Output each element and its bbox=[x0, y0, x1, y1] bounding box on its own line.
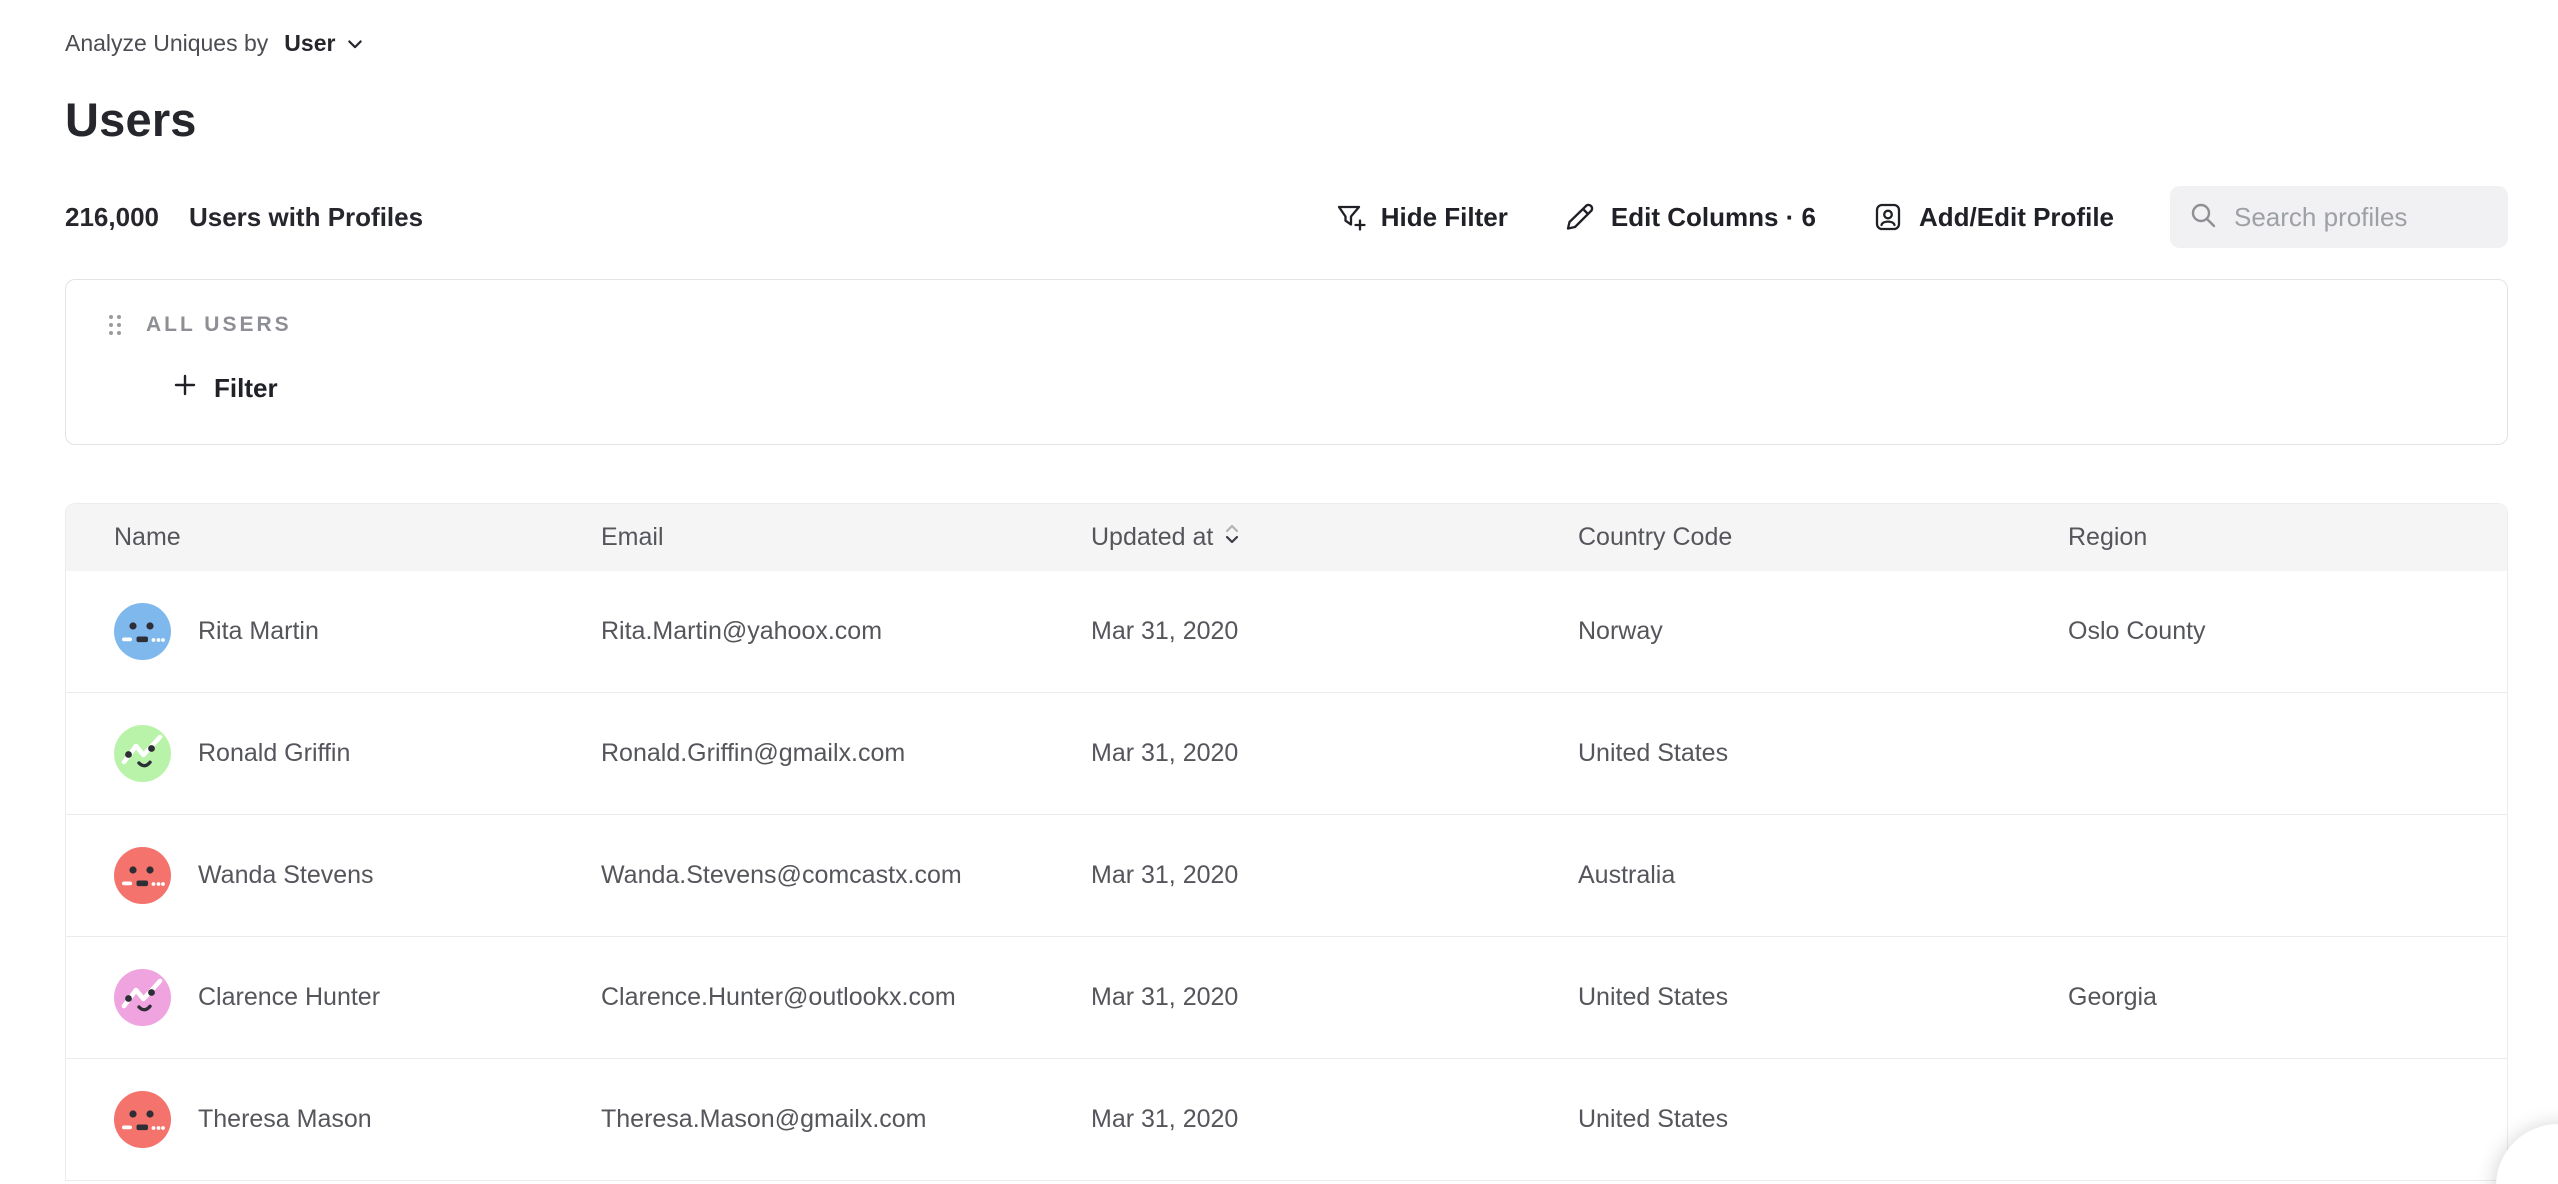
analyze-uniques-label: Analyze Uniques by bbox=[65, 30, 268, 57]
search-profiles-input[interactable] bbox=[2234, 202, 2490, 233]
user-region: Georgia bbox=[2068, 983, 2507, 1012]
user-name: Rita Martin bbox=[198, 617, 319, 646]
user-name: Wanda Stevens bbox=[198, 861, 374, 890]
column-header-country-code[interactable]: Country Code bbox=[1578, 523, 2068, 552]
user-country-code: Australia bbox=[1578, 861, 2068, 890]
stats-toolbar-row: 216,000 Users with Profiles Hide Filter … bbox=[65, 185, 2508, 249]
hide-filter-button[interactable]: Hide Filter bbox=[1334, 201, 1508, 233]
name-cell: Theresa Mason bbox=[114, 1091, 601, 1148]
user-region: Oslo County bbox=[2068, 617, 2507, 646]
user-email: Clarence.Hunter@outlookx.com bbox=[601, 983, 1091, 1012]
user-updated-at: Mar 31, 2020 bbox=[1091, 1105, 1578, 1134]
user-avatar bbox=[114, 969, 171, 1026]
column-header-region-label: Region bbox=[2068, 523, 2147, 552]
column-header-name[interactable]: Name bbox=[114, 523, 601, 552]
name-cell: Wanda Stevens bbox=[114, 847, 601, 904]
table-row[interactable]: Wanda Stevens Wanda.Stevens@comcastx.com… bbox=[66, 815, 2507, 937]
user-avatar bbox=[114, 725, 171, 782]
column-header-region[interactable]: Region bbox=[2068, 523, 2507, 552]
edit-columns-label: Edit Columns · 6 bbox=[1611, 202, 1816, 233]
user-email: Ronald.Griffin@gmailx.com bbox=[601, 739, 1091, 768]
add-filter-button[interactable]: Filter bbox=[172, 372, 278, 405]
column-header-updated-at-label: Updated at bbox=[1091, 523, 1213, 552]
user-country-code: United States bbox=[1578, 739, 2068, 768]
name-cell: Rita Martin bbox=[114, 603, 601, 660]
table-row[interactable]: Clarence Hunter Clarence.Hunter@outlookx… bbox=[66, 937, 2507, 1059]
plus-icon bbox=[172, 372, 198, 405]
add-edit-profile-label: Add/Edit Profile bbox=[1919, 202, 2114, 233]
column-header-country-code-label: Country Code bbox=[1578, 523, 1732, 552]
filter-group-label: ALL USERS bbox=[146, 313, 292, 337]
user-name: Clarence Hunter bbox=[198, 983, 380, 1012]
user-country-code: Norway bbox=[1578, 617, 2068, 646]
toolbar: Hide Filter Edit Columns · 6 Add/Edit Pr… bbox=[1334, 186, 2508, 248]
user-updated-at: Mar 31, 2020 bbox=[1091, 617, 1578, 646]
profile-count: 216,000 bbox=[65, 202, 159, 233]
user-avatar bbox=[114, 1091, 171, 1148]
page-title: Users bbox=[65, 93, 2558, 147]
table-header-row: Name Email Updated at Country Code Regio… bbox=[66, 504, 2507, 571]
funnel-plus-icon bbox=[1334, 201, 1366, 233]
pencil-icon bbox=[1564, 201, 1596, 233]
edit-columns-button[interactable]: Edit Columns · 6 bbox=[1564, 201, 1816, 233]
name-cell: Clarence Hunter bbox=[114, 969, 601, 1026]
column-header-email[interactable]: Email bbox=[601, 523, 1091, 552]
profile-count-label: Users with Profiles bbox=[189, 202, 423, 233]
user-country-code: United States bbox=[1578, 983, 2068, 1012]
user-avatar bbox=[114, 603, 171, 660]
analyze-by-dropdown[interactable]: User bbox=[284, 30, 365, 57]
table-row[interactable]: Theresa Mason Theresa.Mason@gmailx.com M… bbox=[66, 1059, 2507, 1181]
user-country-code: United States bbox=[1578, 1105, 2068, 1134]
profile-card-icon bbox=[1872, 201, 1904, 233]
sort-icon bbox=[1223, 520, 1241, 555]
user-updated-at: Mar 31, 2020 bbox=[1091, 739, 1578, 768]
column-header-email-label: Email bbox=[601, 523, 664, 552]
add-edit-profile-button[interactable]: Add/Edit Profile bbox=[1872, 201, 2114, 233]
user-updated-at: Mar 31, 2020 bbox=[1091, 983, 1578, 1012]
analyze-by-value: User bbox=[284, 30, 335, 57]
name-cell: Ronald Griffin bbox=[114, 725, 601, 782]
user-updated-at: Mar 31, 2020 bbox=[1091, 861, 1578, 890]
search-icon bbox=[2188, 200, 2218, 235]
filter-panel: ALL USERS Filter bbox=[65, 279, 2508, 445]
drag-handle-icon[interactable] bbox=[106, 312, 124, 338]
table-row[interactable]: Ronald Griffin Ronald.Griffin@gmailx.com… bbox=[66, 693, 2507, 815]
profile-count-group: 216,000 Users with Profiles bbox=[65, 202, 423, 233]
user-name: Theresa Mason bbox=[198, 1105, 372, 1134]
user-name: Ronald Griffin bbox=[198, 739, 350, 768]
chevron-down-icon bbox=[345, 34, 365, 54]
search-profiles-box bbox=[2170, 186, 2508, 248]
analyze-uniques-bar: Analyze Uniques by User bbox=[65, 30, 2508, 57]
user-email: Wanda.Stevens@comcastx.com bbox=[601, 861, 1091, 890]
users-table: Name Email Updated at Country Code Regio… bbox=[65, 503, 2508, 1181]
user-email: Rita.Martin@yahoox.com bbox=[601, 617, 1091, 646]
hide-filter-label: Hide Filter bbox=[1381, 202, 1508, 233]
user-avatar bbox=[114, 847, 171, 904]
filter-group-row: ALL USERS bbox=[106, 312, 2507, 338]
column-header-updated-at[interactable]: Updated at bbox=[1091, 520, 1578, 555]
add-filter-label: Filter bbox=[214, 373, 278, 404]
table-row[interactable]: Rita Martin Rita.Martin@yahoox.com Mar 3… bbox=[66, 571, 2507, 693]
column-header-name-label: Name bbox=[114, 523, 181, 552]
user-email: Theresa.Mason@gmailx.com bbox=[601, 1105, 1091, 1134]
